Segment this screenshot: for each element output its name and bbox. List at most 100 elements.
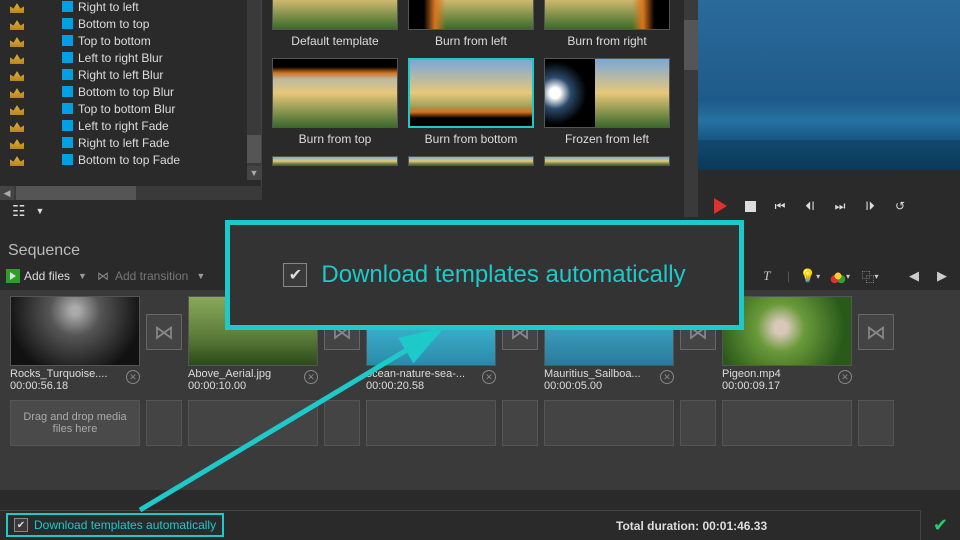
audio-drop-slot[interactable]: [722, 400, 852, 446]
template-thumb[interactable]: [272, 58, 398, 128]
loop-button[interactable]: ↺: [892, 198, 908, 214]
gallery-scrollbar[interactable]: [684, 0, 698, 217]
audio-gap: [858, 400, 894, 446]
template-thumb[interactable]: [544, 156, 670, 166]
scrollbar-thumb[interactable]: [247, 135, 261, 163]
clip-next-button[interactable]: ▶: [932, 267, 952, 285]
confirm-button[interactable]: ✔: [920, 510, 960, 540]
premium-crown-column: [10, 2, 24, 172]
tree-horizontal-scrollbar[interactable]: ◀: [0, 186, 262, 200]
preview-pane: [698, 0, 960, 170]
clip-prev-button[interactable]: ◀: [904, 267, 924, 285]
clip-name: Rocks_Turquoise....: [10, 368, 107, 380]
item-color-icon: [62, 154, 73, 165]
template-thumb[interactable]: [408, 156, 534, 166]
checkbox-icon[interactable]: ✔: [283, 263, 307, 287]
template-item[interactable]: Burn from top: [272, 58, 398, 146]
template-label: Burn from left: [408, 34, 534, 48]
template-thumb[interactable]: [272, 156, 398, 166]
template-item[interactable]: Default template: [272, 0, 398, 48]
add-files-dropdown-icon[interactable]: ▼: [78, 271, 87, 281]
sequence-clip[interactable]: Rocks_Turquoise....00:00:56.18 ✕: [10, 296, 140, 392]
template-thumb[interactable]: [544, 58, 670, 128]
view-dropdown-icon[interactable]: ▼: [35, 206, 44, 216]
template-thumb[interactable]: [408, 0, 534, 30]
item-color-icon: [62, 69, 73, 80]
template-item[interactable]: [408, 156, 534, 166]
tree-item-label: Bottom to top Blur: [78, 85, 174, 99]
view-toolbar: ☷ ▼: [0, 200, 262, 222]
transition-slot[interactable]: ⋈: [146, 314, 182, 350]
tree-item[interactable]: Right to left Fade: [62, 134, 242, 151]
stop-button[interactable]: [742, 198, 758, 214]
audio-drop-slot[interactable]: Drag and drop media files here: [10, 400, 140, 446]
download-templates-checkbox-small[interactable]: ✔ Download templates automatically: [6, 513, 224, 537]
add-transition-button[interactable]: Add transition: [115, 269, 188, 283]
download-templates-label: Download templates automatically: [34, 518, 216, 532]
template-item[interactable]: Burn from right: [544, 0, 670, 48]
clip-thumb[interactable]: [10, 296, 140, 366]
step-back-button[interactable]: ⏴I: [802, 198, 818, 214]
list-view-button[interactable]: ☷: [12, 202, 25, 220]
prev-button[interactable]: ⏮: [772, 198, 788, 214]
template-item[interactable]: [272, 156, 398, 166]
audio-drop-slot[interactable]: [366, 400, 496, 446]
audio-drop-slot[interactable]: [188, 400, 318, 446]
clip-name: Pigeon.mp4: [722, 368, 781, 380]
checkbox-icon[interactable]: ✔: [14, 518, 28, 532]
clip-remove-button[interactable]: ✕: [660, 370, 674, 384]
play-button[interactable]: [712, 198, 728, 214]
scrollbar-thumb[interactable]: [16, 186, 136, 200]
tree-item-label: Top to bottom: [78, 34, 151, 48]
step-fwd-button[interactable]: I⏵: [862, 198, 878, 214]
transition-placeholder-icon: ⋈: [154, 320, 174, 345]
tree-item[interactable]: Top to bottom: [62, 32, 242, 49]
tree-item-label: Right to left: [78, 0, 139, 14]
template-item[interactable]: Frozen from left: [544, 58, 670, 146]
tree-item[interactable]: Left to right Fade: [62, 117, 242, 134]
add-transition-dropdown-icon[interactable]: ▼: [196, 271, 205, 281]
clip-remove-button[interactable]: ✕: [304, 370, 318, 384]
next-button[interactable]: ⏭: [832, 198, 848, 214]
tree-item[interactable]: Left to right Blur: [62, 49, 242, 66]
item-color-icon: [62, 1, 73, 12]
template-thumb[interactable]: [544, 0, 670, 30]
transition-slot[interactable]: ⋈: [858, 314, 894, 350]
template-thumb[interactable]: [408, 58, 534, 128]
crown-icon: [10, 19, 24, 30]
audio-drop-slot[interactable]: [544, 400, 674, 446]
scroll-left-arrow-icon[interactable]: ◀: [0, 186, 14, 200]
clip-remove-button[interactable]: ✕: [482, 370, 496, 384]
clip-name: Mauritius_Sailboa...: [544, 368, 641, 380]
template-label: Frozen from left: [544, 132, 670, 146]
text-tool-button[interactable]: T: [757, 267, 777, 285]
tree-item[interactable]: Right to left: [62, 0, 242, 15]
color-button[interactable]: ▾: [830, 267, 850, 285]
tree-item[interactable]: Top to bottom Blur: [62, 100, 242, 117]
clip-duration: 00:00:56.18: [10, 380, 107, 392]
copy-button[interactable]: ⿻▾: [860, 267, 880, 285]
tree-item[interactable]: Bottom to top Blur: [62, 83, 242, 100]
scrollbar-thumb[interactable]: [684, 20, 698, 70]
tree-vertical-scrollbar[interactable]: ▼: [247, 0, 261, 180]
tree-item-label: Bottom to top Fade: [78, 153, 180, 167]
crown-icon: [10, 53, 24, 64]
crown-icon: [10, 138, 24, 149]
item-color-icon: [62, 18, 73, 29]
template-thumb[interactable]: [272, 0, 398, 30]
callout-text: Download templates automatically: [321, 261, 685, 289]
template-label: Burn from bottom: [408, 132, 534, 146]
scroll-down-arrow-icon[interactable]: ▼: [247, 166, 261, 180]
template-item[interactable]: [544, 156, 670, 166]
tree-item[interactable]: Right to left Blur: [62, 66, 242, 83]
template-item[interactable]: Burn from bottom: [408, 58, 534, 146]
template-item[interactable]: Burn from left: [408, 0, 534, 48]
tree-item[interactable]: Bottom to top Fade: [62, 151, 242, 168]
add-files-button[interactable]: Add files: [24, 269, 70, 283]
tree-item[interactable]: Bottom to top: [62, 15, 242, 32]
clip-remove-button[interactable]: ✕: [838, 370, 852, 384]
idea-button[interactable]: 💡▾: [800, 267, 820, 285]
clip-remove-button[interactable]: ✕: [126, 370, 140, 384]
audio-gap: [324, 400, 360, 446]
total-duration-label: Total duration: 00:01:46.33: [616, 519, 767, 533]
